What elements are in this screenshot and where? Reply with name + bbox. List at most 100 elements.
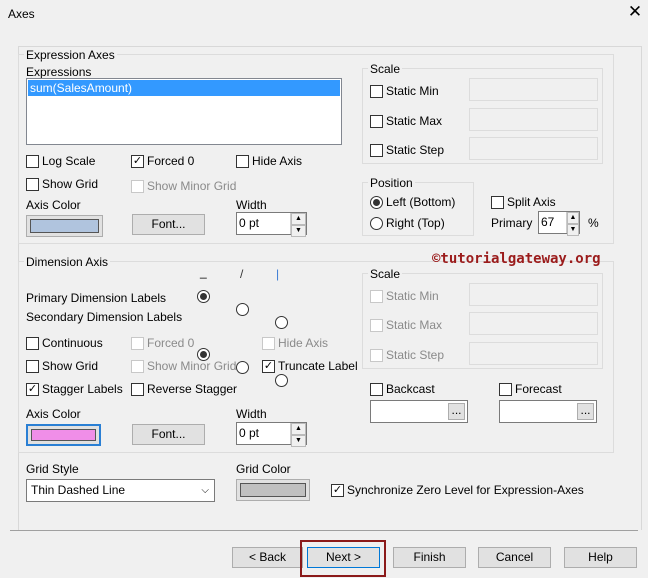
- forced0-checkbox[interactable]: ✓ Forced 0: [131, 154, 194, 168]
- static-step-checkbox[interactable]: Static Step: [370, 143, 444, 157]
- expressions-label: Expressions: [26, 65, 92, 79]
- chevron-down-icon: ⌵: [201, 485, 209, 496]
- dim-width-value[interactable]: 0 pt: [237, 423, 290, 444]
- grid-color-button[interactable]: [236, 479, 310, 501]
- dim-font-button[interactable]: Font...: [132, 424, 205, 445]
- dim-static-max-input[interactable]: [469, 312, 598, 335]
- reverse-stagger-checkbox[interactable]: Reverse Stagger: [131, 382, 237, 396]
- truncate-label-checkbox[interactable]: ✓ Truncate Label: [262, 359, 358, 373]
- help-button[interactable]: Help: [564, 547, 637, 568]
- scale-label: Scale: [368, 62, 403, 76]
- spin-down-icon[interactable]: ▼: [291, 225, 306, 237]
- forecast-label: Forecast: [515, 382, 562, 396]
- primary-diagonal-radio[interactable]: [236, 303, 249, 316]
- show-grid-label: Show Grid: [42, 177, 99, 191]
- orientation-diagonal-header: /: [240, 267, 244, 281]
- font-button[interactable]: Font...: [132, 214, 205, 235]
- dim-show-minor-grid-checkbox[interactable]: Show Minor Grid: [131, 359, 236, 373]
- expressions-list[interactable]: sum(SalesAmount): [26, 78, 342, 145]
- dim-show-grid-checkbox[interactable]: Show Grid: [26, 359, 98, 373]
- secondary-dimension-labels: Secondary Dimension Labels: [26, 310, 183, 324]
- backcast-input[interactable]: ...: [370, 400, 468, 423]
- static-max-checkbox[interactable]: Static Max: [370, 114, 442, 128]
- grid-style-select[interactable]: Thin Dashed Line ⌵: [26, 479, 215, 502]
- static-min-label: Static Min: [386, 84, 439, 98]
- dim-scale-label: Scale: [368, 267, 403, 281]
- dim-axis-color-button[interactable]: [26, 424, 101, 446]
- axis-color-swatch: [30, 219, 99, 233]
- grid-style-label: Grid Style: [26, 462, 79, 476]
- show-minor-grid-checkbox[interactable]: Show Minor Grid: [131, 179, 236, 193]
- dim-static-min-label: Static Min: [386, 289, 439, 303]
- left-bottom-label: Left (Bottom): [386, 195, 456, 209]
- dim-forced0-checkbox[interactable]: Forced 0: [131, 336, 194, 350]
- forecast-browse-button[interactable]: ...: [577, 403, 594, 420]
- dim-static-step-checkbox[interactable]: Static Step: [370, 348, 444, 362]
- spin-down-icon[interactable]: ▼: [291, 435, 306, 447]
- width-spinner[interactable]: 0 pt ▲ ▼: [236, 212, 307, 237]
- dim-show-minor-grid-label: Show Minor Grid: [147, 359, 237, 373]
- split-axis-checkbox[interactable]: Split Axis: [491, 195, 556, 209]
- split-axis-label: Split Axis: [507, 195, 556, 209]
- primary-value[interactable]: 67: [539, 212, 566, 233]
- dim-static-step-label: Static Step: [386, 348, 445, 362]
- dim-static-max-label: Static Max: [386, 318, 443, 332]
- dim-width-label: Width: [236, 407, 267, 421]
- forecast-input[interactable]: ...: [499, 400, 597, 423]
- axis-color-label: Axis Color: [26, 198, 81, 212]
- axis-color-button[interactable]: [26, 215, 103, 237]
- primary-vertical-radio[interactable]: [275, 316, 288, 329]
- grid-style-value: Thin Dashed Line: [31, 483, 126, 497]
- dim-axis-color-label: Axis Color: [26, 407, 81, 421]
- dim-forced0-label: Forced 0: [147, 336, 195, 350]
- static-step-input[interactable]: [469, 137, 598, 160]
- reverse-stagger-label: Reverse Stagger: [147, 382, 238, 396]
- position-left-bottom-radio[interactable]: Left (Bottom): [370, 195, 455, 209]
- dim-static-min-input[interactable]: [469, 283, 598, 306]
- show-grid-checkbox[interactable]: Show Grid: [26, 177, 98, 191]
- log-scale-checkbox[interactable]: Log Scale: [26, 154, 95, 168]
- finish-button[interactable]: Finish: [393, 547, 466, 568]
- width-label: Width: [236, 198, 267, 212]
- forecast-checkbox[interactable]: Forecast: [499, 382, 562, 396]
- dim-static-step-input[interactable]: [469, 342, 598, 365]
- static-min-input[interactable]: [469, 78, 598, 101]
- dim-hide-axis-checkbox[interactable]: Hide Axis: [262, 336, 328, 350]
- primary-horizontal-radio[interactable]: [197, 290, 210, 303]
- expression-item[interactable]: sum(SalesAmount): [28, 80, 340, 96]
- primary-dimension-labels: Primary Dimension Labels: [26, 291, 167, 305]
- hide-axis-checkbox[interactable]: Hide Axis: [236, 154, 302, 168]
- log-scale-label: Log Scale: [42, 154, 96, 168]
- static-max-input[interactable]: [469, 108, 598, 131]
- width-value[interactable]: 0 pt: [237, 213, 290, 234]
- right-top-label: Right (Top): [386, 216, 445, 230]
- cancel-button[interactable]: Cancel: [478, 547, 551, 568]
- next-button[interactable]: Next >: [307, 547, 380, 568]
- backcast-browse-button[interactable]: ...: [448, 403, 465, 420]
- orientation-vertical-header: |: [276, 267, 280, 281]
- dim-static-max-checkbox[interactable]: Static Max: [370, 318, 442, 332]
- spin-down-icon[interactable]: ▼: [567, 224, 579, 236]
- primary-spinner[interactable]: 67 ▲ ▼: [538, 211, 580, 236]
- back-button[interactable]: < Back: [232, 547, 303, 568]
- close-icon[interactable]: ✕: [625, 2, 645, 22]
- spin-up-icon[interactable]: ▲: [291, 213, 306, 225]
- grid-color-swatch: [240, 483, 306, 497]
- secondary-diagonal-radio[interactable]: [236, 361, 249, 374]
- synchronize-label: Synchronize Zero Level for Expression-Ax…: [347, 483, 584, 497]
- dim-width-spinner[interactable]: 0 pt ▲ ▼: [236, 422, 307, 447]
- secondary-vertical-radio[interactable]: [275, 374, 288, 387]
- spin-up-icon[interactable]: ▲: [291, 423, 306, 435]
- dim-static-min-checkbox[interactable]: Static Min: [370, 289, 439, 303]
- percent-label: %: [588, 216, 599, 230]
- position-right-top-radio[interactable]: Right (Top): [370, 216, 445, 230]
- dim-hide-axis-label: Hide Axis: [278, 336, 329, 350]
- continuous-checkbox[interactable]: Continuous: [26, 336, 103, 350]
- stagger-labels-checkbox[interactable]: ✓ Stagger Labels: [26, 382, 123, 396]
- static-min-checkbox[interactable]: Static Min: [370, 84, 439, 98]
- synchronize-checkbox[interactable]: ✓ Synchronize Zero Level for Expression-A…: [331, 483, 584, 497]
- spin-up-icon[interactable]: ▲: [567, 212, 579, 224]
- backcast-checkbox[interactable]: Backcast: [370, 382, 435, 396]
- show-minor-grid-label: Show Minor Grid: [147, 179, 237, 193]
- dim-show-grid-label: Show Grid: [42, 359, 99, 373]
